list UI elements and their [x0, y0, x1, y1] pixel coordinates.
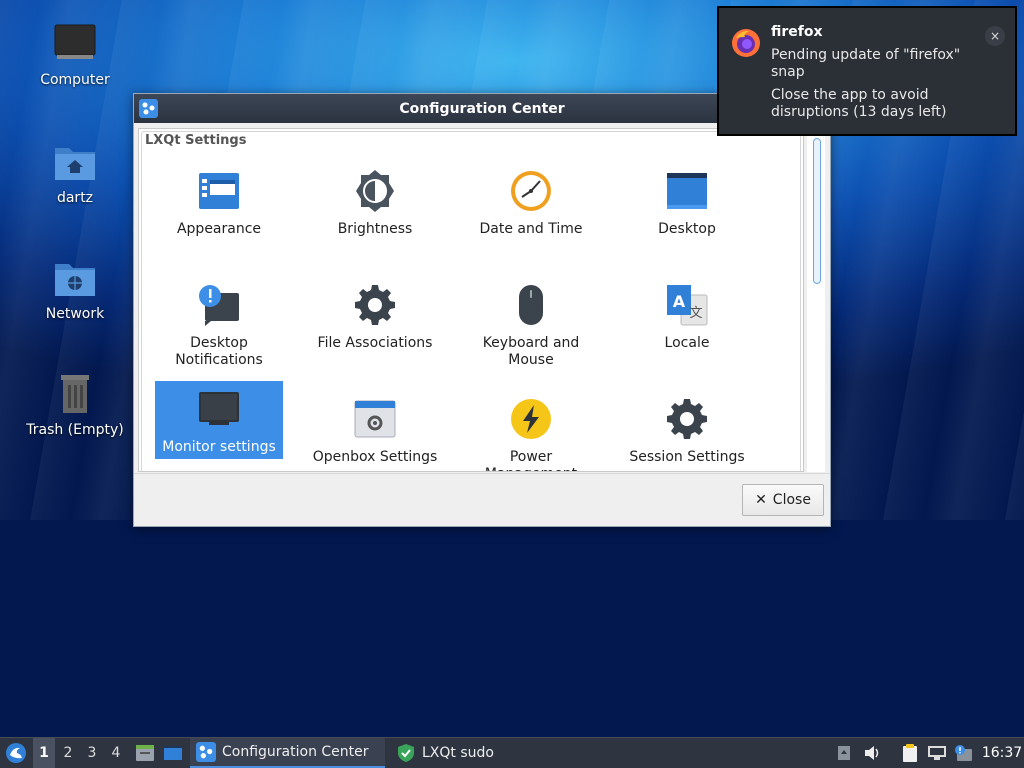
gear-icon — [355, 285, 395, 325]
desktop-icon-computer[interactable]: Computer — [20, 22, 130, 88]
settings-item-locale[interactable]: A 文 Locale — [623, 277, 751, 352]
group-label: LXQt Settings — [145, 133, 247, 148]
shield-icon — [398, 744, 414, 762]
close-button-label: Close — [772, 492, 811, 508]
show-desktop-button[interactable] — [161, 738, 185, 768]
lxqt-config-icon — [139, 99, 158, 118]
settings-item-session[interactable]: Session Settings — [623, 391, 751, 466]
computer-icon — [54, 24, 96, 59]
settings-item-desktop[interactable]: Desktop — [623, 163, 751, 238]
desktop-icon-label: dartz — [56, 190, 94, 206]
notification-tray-icon — [955, 745, 972, 761]
settings-item-label: Date and Time — [479, 221, 583, 237]
taskbar: 1 2 3 4 Configuration Center LXQt sudo 1… — [0, 737, 1024, 768]
monitor-icon — [199, 392, 239, 425]
file-manager-icon — [136, 745, 154, 761]
desktop-icon-home[interactable]: dartz — [20, 140, 130, 206]
tray-up-arrow[interactable] — [834, 738, 854, 768]
notification-detail: Close the app to avoid disruptions (13 d… — [771, 87, 947, 120]
settings-item-brightness[interactable]: Brightness — [311, 163, 439, 238]
settings-item-label: Brightness — [337, 221, 413, 237]
settings-item-label: Openbox Settings — [312, 449, 438, 465]
settings-item-desktop-notifications[interactable]: Desktop Notifications — [155, 277, 283, 369]
file-manager-launcher[interactable] — [134, 738, 156, 768]
network-tray-button[interactable] — [926, 738, 948, 768]
desktop-icon — [667, 173, 707, 209]
settings-item-label: File Associations — [317, 335, 433, 351]
notification-icon — [199, 285, 239, 326]
notification-tray-button[interactable] — [952, 738, 974, 768]
tray-expand-icon — [838, 746, 850, 760]
desktop-switch-3[interactable]: 3 — [81, 738, 103, 768]
svg-text:A: A — [673, 292, 686, 311]
settings-item-label: Desktop Notifications — [175, 335, 263, 368]
desktop-icon-label: Network — [45, 306, 105, 322]
home-folder-icon — [55, 148, 95, 180]
settings-item-monitor[interactable]: Monitor settings — [155, 381, 283, 459]
task-label: Configuration Center — [222, 744, 369, 760]
settings-item-label: Desktop — [658, 221, 716, 237]
appearance-icon — [199, 173, 239, 209]
brightness-icon — [356, 170, 394, 212]
settings-item-label: Session Settings — [629, 449, 745, 465]
notification-close-button[interactable]: × — [985, 26, 1005, 46]
openbox-icon — [354, 400, 396, 438]
mouse-icon — [519, 285, 543, 325]
desktop-icon-network[interactable]: Network — [20, 256, 130, 322]
lxqt-config-icon — [196, 742, 216, 762]
lxqt-logo-icon — [6, 743, 26, 763]
configuration-center-window: Configuration Center LXQt Settings Appea… — [133, 93, 831, 527]
close-icon: × — [989, 29, 1001, 43]
locale-icon: A 文 — [667, 285, 708, 326]
settings-item-label: Locale — [664, 335, 710, 351]
desktop-switch-1[interactable]: 1 — [33, 738, 55, 768]
settings-item-label: Appearance — [176, 221, 262, 237]
clock-icon — [511, 171, 551, 211]
settings-item-openbox[interactable]: Openbox Settings — [311, 391, 439, 466]
settings-item-label: Keyboard and Mouse — [482, 335, 580, 368]
close-button[interactable]: ✕ Close — [742, 484, 824, 516]
clipboard-button[interactable] — [899, 738, 921, 768]
task-configuration-center[interactable]: Configuration Center — [190, 738, 385, 768]
volume-button[interactable] — [861, 738, 883, 768]
settings-item-power[interactable]: Power Management — [467, 391, 595, 471]
close-icon: ✕ — [755, 492, 767, 508]
desktop-icon-label: Trash (Empty) — [26, 422, 124, 438]
desktop-icon-trash[interactable]: Trash (Empty) — [20, 372, 130, 438]
power-icon — [511, 399, 551, 439]
network-folder-icon — [55, 264, 95, 296]
notification-popup[interactable]: firefox Pending update of "firefox" snap… — [717, 6, 1017, 136]
clipboard-icon — [903, 744, 917, 762]
notification-app-name: firefox — [771, 24, 823, 40]
settings-item-appearance[interactable]: Appearance — [155, 163, 283, 238]
trash-icon — [61, 375, 89, 413]
clock[interactable]: 16:37 — [982, 738, 1022, 768]
volume-icon — [865, 746, 879, 760]
network-icon — [928, 746, 946, 760]
task-label: LXQt sudo — [422, 745, 494, 761]
main-menu-button[interactable] — [4, 738, 28, 768]
settings-item-date-time[interactable]: Date and Time — [467, 163, 595, 238]
settings-item-keyboard-mouse[interactable]: Keyboard and Mouse — [467, 277, 595, 369]
settings-item-label: Power Management — [485, 449, 577, 471]
scrollbar-thumb[interactable] — [813, 138, 821, 284]
footer-divider — [134, 473, 830, 474]
settings-grid: LXQt Settings Appearance Brightness Date… — [138, 128, 804, 472]
vertical-scrollbar[interactable] — [807, 128, 825, 472]
desktop-switch-4[interactable]: 4 — [105, 738, 127, 768]
show-desktop-icon — [164, 746, 182, 760]
desktop-icon-label: Computer — [40, 72, 110, 88]
task-lxqt-sudo[interactable]: LXQt sudo — [390, 738, 585, 768]
firefox-icon — [732, 29, 760, 57]
svg-text:文: 文 — [689, 306, 702, 321]
desktop-switch-2[interactable]: 2 — [57, 738, 79, 768]
settings-item-file-associations[interactable]: File Associations — [311, 277, 439, 352]
settings-item-label: Monitor settings — [162, 439, 276, 455]
gear-icon — [667, 399, 707, 439]
notification-message: Pending update of "firefox" snap — [771, 47, 961, 80]
